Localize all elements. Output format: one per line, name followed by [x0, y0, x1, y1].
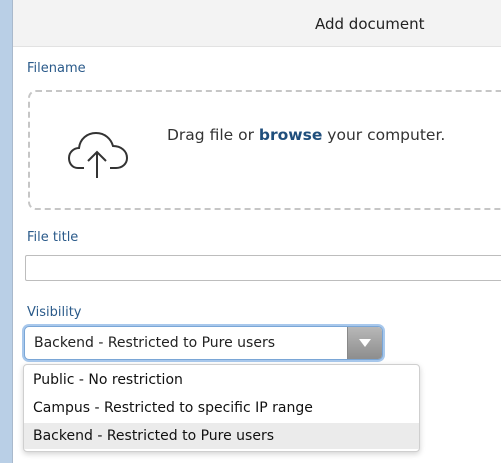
dialog-title: Add document — [315, 15, 425, 33]
visibility-selected-value: Backend - Restricted to Pure users — [34, 335, 276, 351]
browse-link[interactable]: browse — [259, 126, 322, 144]
visibility-label: Visibility — [27, 305, 82, 320]
option-backend[interactable]: Backend - Restricted to Pure users — [24, 423, 419, 449]
dialog-titlebar: Add document — [13, 0, 501, 47]
chevron-down-icon — [359, 339, 371, 347]
option-public[interactable]: Public - No restriction — [24, 367, 419, 393]
select-arrow-button[interactable] — [347, 327, 382, 359]
cloud-upload-icon — [68, 131, 129, 178]
file-title-label: File title — [27, 230, 79, 245]
add-document-dialog: Add document Filename Drag file or brows… — [12, 0, 501, 463]
filename-label: Filename — [27, 61, 86, 76]
file-drop-zone[interactable]: Drag file or browse your computer. — [28, 90, 501, 210]
visibility-dropdown-menu: Public - No restriction Campus - Restric… — [23, 364, 420, 452]
option-campus[interactable]: Campus - Restricted to specific IP range — [24, 395, 419, 421]
visibility-select[interactable]: Backend - Restricted to Pure users — [24, 326, 383, 360]
drop-instruction: Drag file or browse your computer. — [167, 126, 446, 144]
file-title-input[interactable] — [25, 255, 501, 281]
